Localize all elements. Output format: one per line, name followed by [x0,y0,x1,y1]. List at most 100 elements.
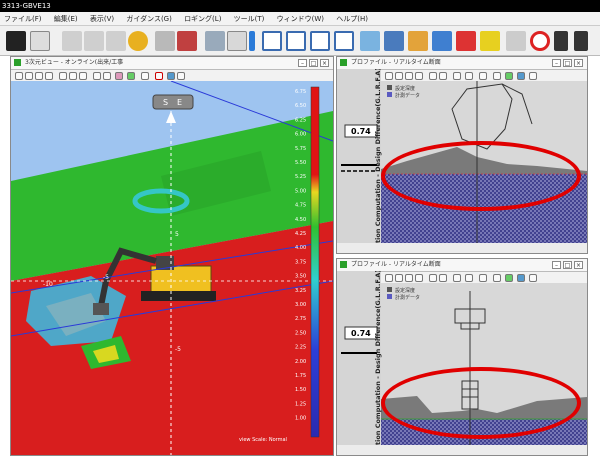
bucket-icon[interactable] [177,31,197,51]
scale-label: 3.50 [295,274,306,280]
display-icon[interactable] [227,31,247,51]
scale-label: 5.00 [295,188,306,194]
legend-swatch [387,287,392,292]
add-point-icon[interactable] [574,31,588,51]
maximize-icon[interactable]: □ [563,59,572,67]
crosshair-icon[interactable] [103,72,111,80]
profile-bottom-panel: プロファイル - リアルタイム断面 – □ × 0.74 tion Comput… [336,258,588,456]
legend-swatch [387,92,392,97]
scale-label: 5.50 [295,160,306,166]
info-icon[interactable] [249,31,255,51]
legend-item: 設定深度 [395,287,415,294]
copy-icon[interactable] [177,72,185,80]
compass-box [152,94,194,110]
view3d-panel: 3次元ビュー - オンライン(出来/工事 – □ × S E -10 -5 5 … [10,56,334,456]
profile-top-title: プロファイル - リアルタイム断面 [351,59,441,66]
zoom-icon[interactable] [30,31,50,51]
settings-icon[interactable] [141,72,149,80]
delete-icon[interactable] [155,72,163,80]
zoom-fit-icon[interactable] [35,72,43,80]
menu-view[interactable]: 表示(V) [90,15,114,23]
menu-help[interactable]: ヘルプ(H) [336,15,368,23]
cloud-icon[interactable] [384,31,404,51]
main-toolbar [0,26,600,56]
highlight-oval-top [381,141,581,211]
window-title-bar: 3313-GBVE13 [0,0,600,12]
pan-icon[interactable] [59,72,67,80]
close-icon[interactable]: × [574,59,583,67]
menu-guidance[interactable]: ガイダンス(G) [126,15,171,23]
scale-label: 2.50 [295,330,306,336]
bell-icon[interactable] [128,31,148,51]
zoom-out-icon[interactable] [25,72,33,80]
measure-icon[interactable] [79,72,87,80]
view3d-title-bar: 3次元ビュー - オンライン(出来/工事 – □ × [11,57,333,70]
vertical-axis-label: tion Computation - Design Difference(G.L… [374,69,382,243]
maximize-icon[interactable]: □ [563,261,572,269]
rotate-icon[interactable] [69,72,77,80]
close-icon[interactable]: × [574,261,583,269]
grid-label: 5 [175,231,179,238]
scale-label: 3.25 [295,288,306,294]
export-icon[interactable] [167,72,175,80]
view3d-title: 3次元ビュー - オンライン(出来/工事 [25,59,124,66]
layout-2-icon[interactable] [286,31,306,51]
color-icon[interactable] [115,72,123,80]
layout-3-icon[interactable] [310,31,330,51]
grid-label: -5 [103,274,109,281]
menu-window[interactable]: ウィンドウ(W) [277,15,324,23]
scale-label: 5.25 [295,174,306,180]
color-scale-bar [310,86,320,438]
scale-label: 4.00 [295,245,306,251]
legend-swatch [387,85,392,90]
menu-tools[interactable]: ツール(T) [234,15,265,23]
profile-top-panel: プロファイル - リアルタイム断面 – □ × 0.74 tion Comput… [336,56,588,254]
window-title: 3313-GBVE13 [2,2,51,10]
sky-icon[interactable] [360,31,380,51]
minimize-icon[interactable]: – [552,261,561,269]
zoom-window-icon[interactable] [45,72,53,80]
current-value: 0.74 [351,329,371,338]
settings-sliders-icon[interactable] [106,31,126,51]
menu-edit[interactable]: 編集(E) [54,15,78,23]
alert-icon[interactable] [480,31,500,51]
compass-s: S [163,98,168,107]
maximize-icon[interactable]: □ [309,59,318,67]
profile-bottom-title: プロファイル - リアルタイム断面 [351,261,441,268]
crane-icon[interactable] [554,31,568,51]
menu-bar: ファイル(F) 編集(E) 表示(V) ガイダンス(G) ロギング(L) ツール… [0,12,600,26]
scale-label: 3.75 [295,259,306,265]
scale-label: 4.50 [295,217,306,223]
layout-4-icon[interactable] [334,31,354,51]
lifebuoy-icon[interactable] [530,31,550,51]
scale-label: 2.00 [295,359,306,365]
landscape-icon[interactable] [432,31,452,51]
camera-view-icon[interactable] [93,72,101,80]
layers-icon[interactable] [127,72,135,80]
view3d-scene[interactable]: S E -10 -5 5 -5 6.75 6.50 6.25 6.00 5.75 5.50… [11,81,333,455]
eye-icon[interactable] [205,31,225,51]
minimize-icon[interactable]: – [298,59,307,67]
menu-file[interactable]: ファイル(F) [4,15,42,23]
minimize-icon[interactable]: – [552,59,561,67]
layout-1-icon[interactable] [262,31,282,51]
mode-icon[interactable] [155,31,175,51]
shapes-icon[interactable] [456,31,476,51]
legend-item: 設定深度 [395,85,415,92]
scale-label: 4.25 [295,231,306,237]
scale-label: 6.50 [295,103,306,109]
grid-icon[interactable] [62,31,82,51]
grid-label: -5 [175,346,181,353]
scale-label: 1.50 [295,387,306,393]
filter-icon[interactable] [84,31,104,51]
sun-icon[interactable] [408,31,428,51]
menu-logging[interactable]: ロギング(L) [184,15,221,23]
scale-label: 1.25 [295,401,306,407]
zoom-in-icon[interactable] [15,72,23,80]
scale-label: 2.25 [295,345,306,351]
scale-label: 3.00 [295,302,306,308]
pen-icon[interactable] [506,31,526,51]
scale-label: 4.75 [295,203,306,209]
camera-icon[interactable] [6,31,26,51]
close-icon[interactable]: × [320,59,329,67]
